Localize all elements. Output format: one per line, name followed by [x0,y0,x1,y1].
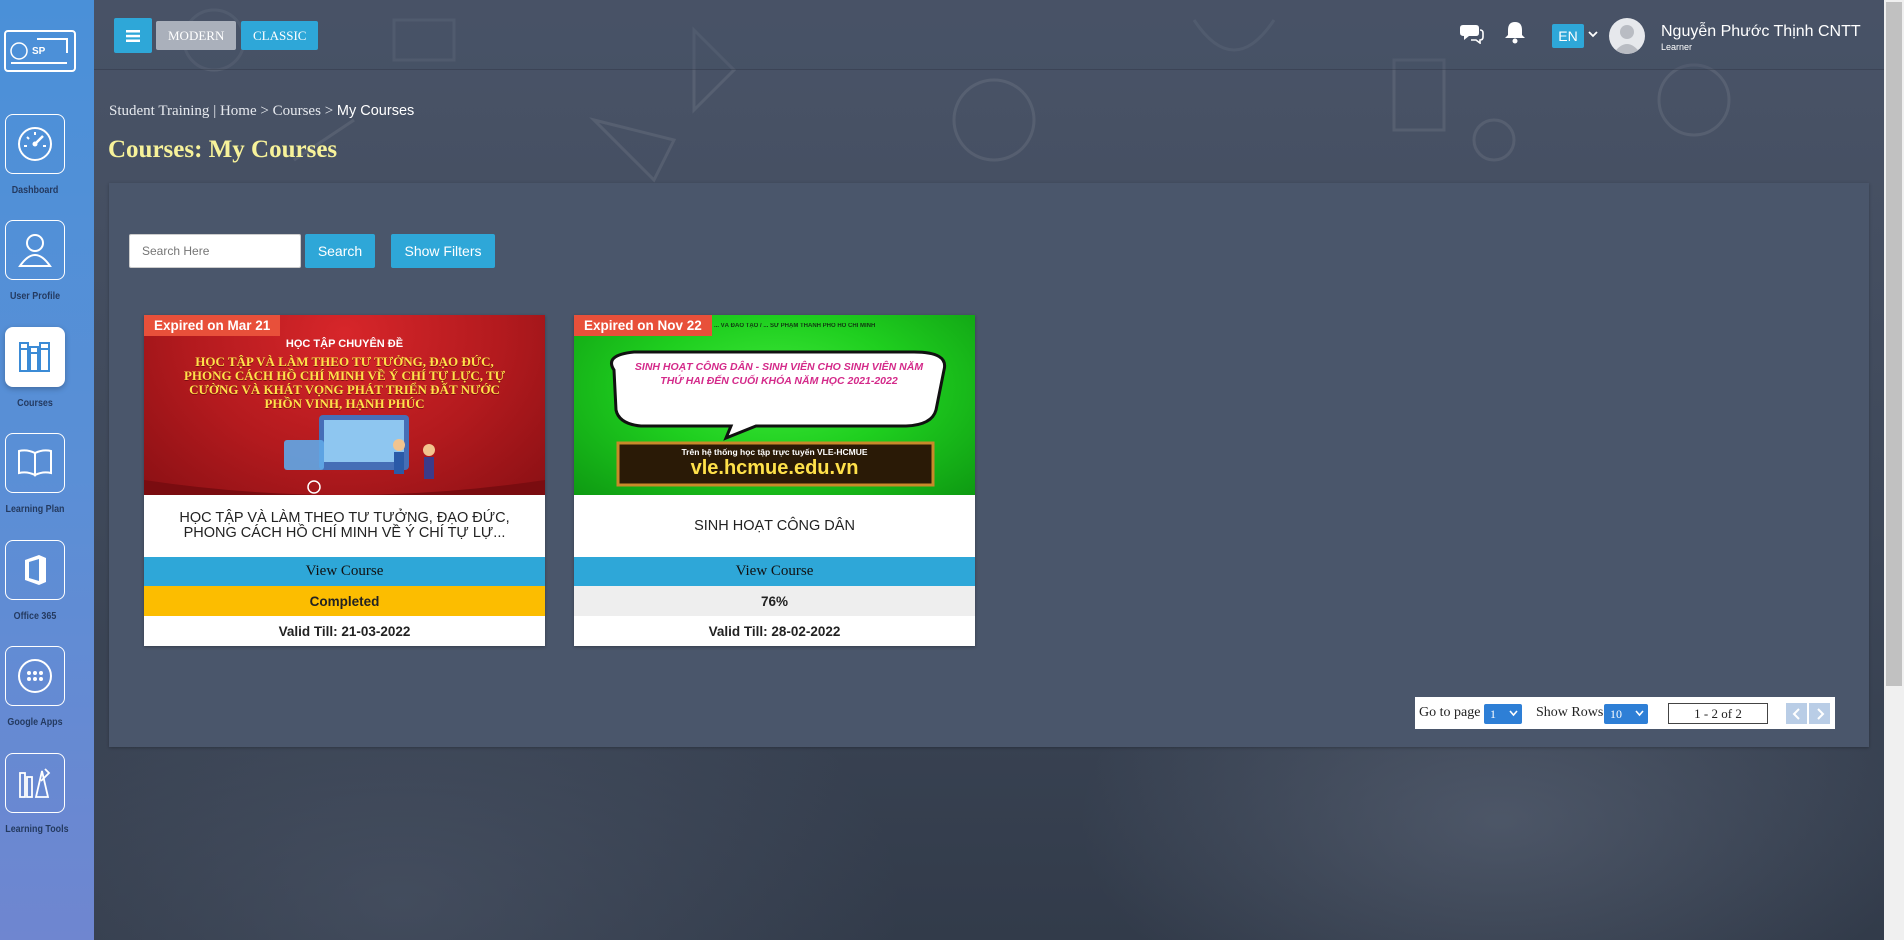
breadcrumb-separator: | [213,103,217,119]
menu-toggle-button[interactable] [114,18,152,53]
sidebar-label-learning-plan: Learning Plan [5,503,65,515]
thumbnail-heading: HỌC TẬP CHUYÊN ĐỀ [285,338,404,350]
prev-page-button[interactable] [1786,703,1807,724]
course-thumbnail[interactable]: HỌC TẬP CHUYÊN ĐỀ HỌC TẬP VÀ LÀM THEO TƯ… [144,315,545,495]
expiry-badge: Expired on Mar 21 [144,315,281,336]
valid-till-text: Valid Till: 28-02-2022 [708,623,841,639]
sidebar-label-user-profile: User Profile [9,290,61,302]
page-title: Courses: My Courses [108,136,338,163]
chevron-down-icon[interactable] [1588,30,1598,38]
user-icon [18,234,52,267]
valid-till-text: Valid Till: 21-03-2022 [278,623,411,639]
notification-bell-icon[interactable] [1504,20,1526,44]
chat-icon[interactable] [1460,22,1484,44]
next-page-button[interactable] [1809,703,1830,724]
apps-grid-icon [18,659,52,693]
search-input[interactable] [129,234,301,268]
thumbnail-footer-small: Trên hệ thống học tập trực tuyến VLE-HCM… [681,447,868,457]
show-filters-button[interactable]: Show Filters [391,234,495,268]
sidebar-item-courses[interactable]: Courses [0,327,70,409]
thumbnail-text: SINH HOẠT CÔNG DÂN - SINH VIÊN CHO SINH … [634,361,924,387]
tools-icon [19,768,51,798]
chevron-down-icon [1509,710,1518,717]
page-range: 1 - 2 of 2 [1668,703,1768,724]
thumbnail-url: vle.hcmue.edu.vn [690,457,859,479]
breadcrumb-current: My Courses [336,103,415,119]
sidebar-label-dashboard: Dashboard [11,184,59,196]
sidebar-label-office-365: Office 365 [13,610,57,622]
sidebar-item-learning-tools[interactable]: Learning Tools [0,753,70,835]
top-bar: MODERN CLASSIC EN Nguyễn Phước Thịnh CNT… [94,0,1904,70]
course-title[interactable]: SINH HOẠT CÔNG DÂN [574,495,975,557]
breadcrumb-courses[interactable]: Courses [273,103,321,119]
sidebar-box-learning-tools[interactable] [5,753,65,813]
user-name[interactable]: Nguyễn Phước Thịnh CNTT [1661,23,1861,41]
sidebar-label-courses: Courses [17,397,53,409]
books-icon [19,342,50,372]
school-logo[interactable]: SP [4,30,76,72]
office-icon [25,555,46,585]
user-avatar-icon [1613,25,1641,54]
breadcrumb-home[interactable]: Home [220,103,257,119]
speedometer-icon [18,127,52,161]
chevron-left-icon [1792,707,1800,720]
sidebar-box-google-apps[interactable] [5,646,65,706]
course-title[interactable]: HỌC TẬP VÀ LÀM THEO TƯ TƯỞNG, ĐẠO ĐỨC, P… [144,495,545,557]
thumbnail-header: ... VÀ ĐÀO TẠO / ... SƯ PHẠM THÀNH PHỐ H… [714,323,876,329]
breadcrumb-root[interactable]: Student Training [109,103,209,119]
modern-mode-button[interactable]: MODERN [156,21,237,50]
thumbnail-text: HỌC TẬP VÀ LÀM THEO TƯ TƯỞNG, ĐẠO ĐỨC, P… [183,354,506,411]
scrollbar-thumb[interactable] [1886,2,1902,686]
sidebar-item-learning-plan[interactable]: Learning Plan [0,433,70,515]
breadcrumb-arrow: > [260,103,269,119]
courses-panel: Search Show Filters HỌC TẬP CHUYÊN ĐỀ HỌ… [109,183,1869,747]
sidebar-box-learning-plan[interactable] [5,433,65,493]
left-sidebar: SP Dashboard User Profile Courses Learni… [0,0,94,940]
sidebar-box-dashboard[interactable] [5,114,65,174]
logo-text: SP [32,46,46,57]
expiry-badge: Expired on Nov 22 [574,315,712,336]
language-selector[interactable]: EN [1552,24,1584,48]
view-course-button[interactable]: View Course [574,557,975,586]
sidebar-label-google-apps: Google Apps [7,716,63,728]
search-button[interactable]: Search [305,234,375,268]
course-progress: 76% [574,586,975,616]
show-rows-label: Show Rows [1536,705,1604,720]
avatar[interactable] [1609,18,1645,54]
hamburger-icon [126,29,140,42]
sidebar-box-office-365[interactable] [5,540,65,600]
sidebar-item-user-profile[interactable]: User Profile [0,220,70,302]
sidebar-item-office-365[interactable]: Office 365 [0,540,70,622]
course-status: Completed [144,586,545,616]
course-thumbnail[interactable]: ... VÀ ĐÀO TẠO / ... SƯ PHẠM THÀNH PHỐ H… [574,315,975,495]
go-to-page-label: Go to page [1419,705,1481,720]
page-scrollbar[interactable] [1884,0,1904,940]
rows-select[interactable]: 10 [1604,704,1648,724]
pagination: Go to page 1 Show Rows 10 1 - 2 of 2 [1415,697,1835,729]
page-select[interactable]: 1 [1484,704,1522,724]
page-select-value: 1 [1490,706,1496,721]
user-role: Learner [1661,42,1693,52]
chevron-down-icon [1635,710,1644,717]
sidebar-item-dashboard[interactable]: Dashboard [0,114,70,196]
course-card: HỌC TẬP CHUYÊN ĐỀ HỌC TẬP VÀ LÀM THEO TƯ… [144,315,545,646]
classic-mode-button[interactable]: CLASSIC [241,21,319,50]
sidebar-box-courses[interactable] [5,327,65,387]
breadcrumb: Student Training | Home > Courses > My C… [109,103,414,120]
rows-select-value: 10 [1610,706,1622,721]
sidebar-item-google-apps[interactable]: Google Apps [0,646,70,728]
view-course-button[interactable]: View Course [144,557,545,586]
chevron-right-icon [1816,707,1824,720]
sidebar-box-user-profile[interactable] [5,220,65,280]
sidebar-label-learning-tools: Learning Tools [5,823,69,835]
open-book-icon [18,449,52,477]
course-card: ... VÀ ĐÀO TẠO / ... SƯ PHẠM THÀNH PHỐ H… [574,315,975,646]
breadcrumb-arrow: > [324,103,334,119]
